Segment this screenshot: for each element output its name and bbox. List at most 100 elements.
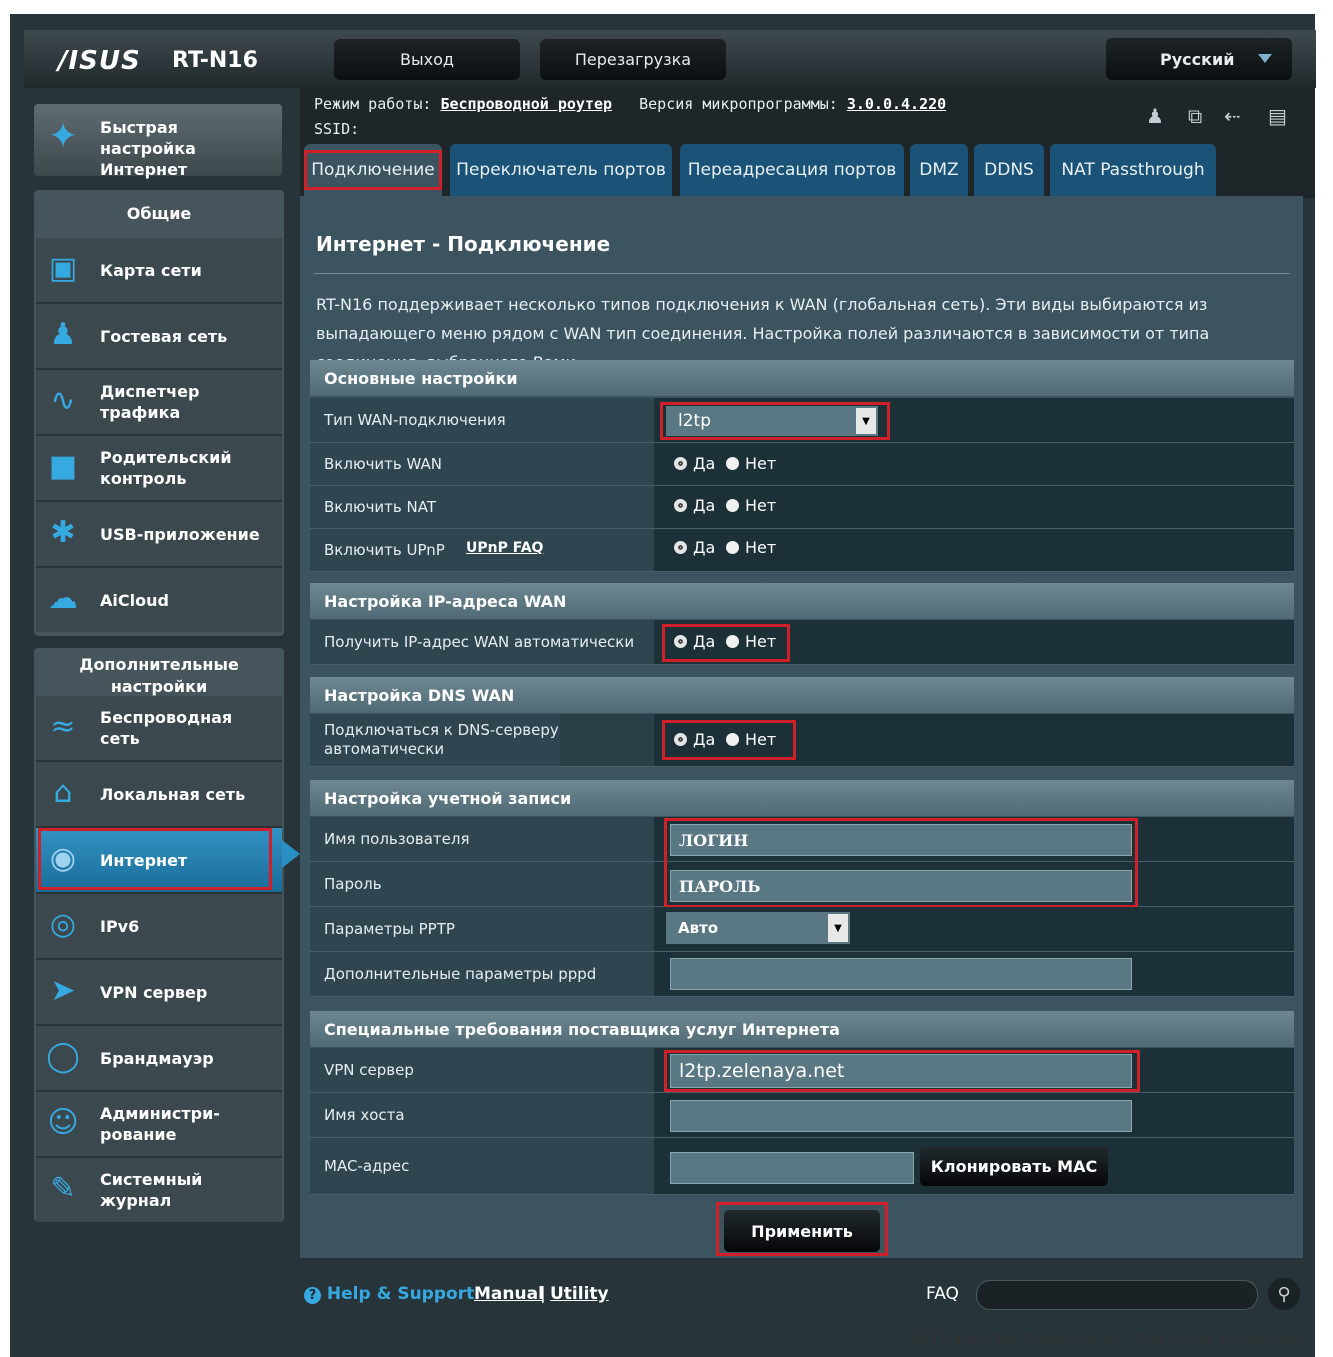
search-icon[interactable]: ⚲ [1268,1278,1300,1310]
help-support-link[interactable]: ? Help & Support [304,1284,474,1304]
password-label: Пароль [310,862,654,906]
radio-label: Да [693,730,716,749]
tab-connection[interactable]: Подключение [304,144,442,196]
firmware-link[interactable]: 3.0.0.4.220 [847,95,946,113]
quick-setup-button[interactable]: ✦ Быстрая настройка Интернет [34,104,282,179]
usb-icon[interactable]: ⇠ [1224,104,1241,128]
shield-icon: ◯ [46,1039,80,1074]
sidebar-item-vpn[interactable]: ➤ VPN сервер [36,960,282,1026]
sidebar-item-label: Гостевая сеть [100,326,228,346]
sidebar-item-traffic-manager[interactable]: ∿ Диспетчер трафика [36,370,282,436]
auto-dns-label: Подключаться к DNS-серверу автоматически [310,714,560,766]
cloud-icon: ☁ [48,581,78,616]
apply-button[interactable]: Применить [724,1210,880,1252]
mode-link[interactable]: Беспроводной роутер [440,95,612,113]
section-isp-header: Специальные требования поставщика услуг … [310,1011,1294,1047]
radio-label: Нет [745,454,777,473]
enable-wan-no[interactable]: Нет [726,454,776,473]
auto-dns-no[interactable]: Нет [726,730,776,749]
language-select[interactable]: Русский [1106,38,1292,80]
model-name: RT-N16 [172,48,258,73]
printer-icon[interactable]: ▤ [1268,104,1287,128]
sidebar-item-label: IPv6 [100,916,140,936]
enable-nat-no[interactable]: Нет [726,496,776,515]
sidebar-item-lan[interactable]: ⌂ Локальная сеть [36,762,282,828]
puzzle-icon: ✱ [50,515,76,550]
radio-off [726,457,739,470]
password-input[interactable]: ПАРОЛЬ [670,870,1132,902]
radio-off [726,635,739,648]
pptp-select[interactable]: Авто ▼ [666,912,850,944]
sidebar-item-ipv6[interactable]: ◎ IPv6 [36,894,282,960]
auto-ip-no[interactable]: Нет [726,632,776,651]
sidebar-item-guest-network[interactable]: ♟ Гостевая сеть [36,304,282,370]
sidebar-item-label: Системный журнал [100,1170,203,1210]
enable-nat-label: Включить NAT [310,486,654,528]
row-enable-upnp: Включить UPnP [310,529,1294,572]
help-label: Help & Support [326,1284,475,1304]
tab-port-forwarding[interactable]: Переадресация портов [680,144,904,196]
auto-dns-yes[interactable]: Да [674,730,715,749]
hostname-input[interactable] [670,1100,1132,1132]
ipv6-icon: ◎ [49,907,77,942]
radio-label: Да [693,632,716,651]
pppd-input[interactable] [670,958,1132,990]
sidebar-item-label: Диспетчер трафика [100,382,200,422]
tab-nat-passthrough[interactable]: NAT Passthrough [1050,144,1216,196]
globe-icon: ◉ [49,841,77,876]
radio-on [674,499,687,512]
clone-mac-button[interactable]: Клонировать MAC [920,1146,1108,1186]
vpn-server-input[interactable]: l2tp.zelenaya.net [670,1054,1132,1088]
section-account-header: Настройка учетной записи [310,780,1294,816]
enable-upnp-yes[interactable]: Да [674,538,715,557]
hostname-label: Имя хоста [310,1093,654,1137]
section-dns-header: Настройка DNS WAN [310,677,1294,713]
tab-port-switch[interactable]: Переключатель портов [450,144,672,196]
faq-search-input[interactable] [976,1280,1258,1310]
mode-label: Режим работы: [314,95,432,113]
sidebar-item-usb-app[interactable]: ✱ USB-приложение [36,502,282,568]
wan-type-select[interactable]: l2tp ▼ [666,406,878,436]
username-input[interactable]: ЛОГИН [670,824,1132,856]
sidebar-item-administration[interactable]: ☺ Администри-рование [36,1092,282,1158]
reboot-button[interactable]: Перезагрузка [540,38,726,80]
enable-nat-yes[interactable]: Да [674,496,715,515]
tab-ddns[interactable]: DDNS [974,144,1044,196]
sidebar-item-internet[interactable]: ◉ Интернет [36,828,282,894]
radio-on [674,457,687,470]
copy-icon[interactable]: ⧉ [1188,104,1202,128]
enable-upnp-no[interactable]: Нет [726,538,776,557]
manual-link[interactable]: Manual [474,1284,544,1304]
enable-wan-yes[interactable]: Да [674,454,715,473]
page-title: Интернет - Подключение [316,232,611,256]
radio-label: Нет [745,632,777,651]
upnp-faq-link[interactable]: UPnP FAQ [466,540,543,556]
auto-ip-yes[interactable]: Да [674,632,715,651]
home-icon: ⌂ [53,775,73,810]
radio-label: Да [693,496,716,515]
radio-on [674,635,687,648]
clients-icon[interactable]: ♟ [1146,104,1164,128]
radio-label: Нет [745,538,777,557]
sidebar-item-label: Родительский контроль [100,448,232,488]
radio-off [726,499,739,512]
language-value: Русский [1160,49,1235,69]
sidebar-item-firewall[interactable]: ◯ Брандмауэр [36,1026,282,1092]
divider [314,273,1290,274]
traffic-manager-icon: ∿ [50,383,76,418]
sidebar-item-wireless[interactable]: ≈ Беспроводная сеть [36,696,282,762]
utility-link[interactable]: Utility [550,1284,609,1304]
tab-dmz[interactable]: DMZ [910,144,968,196]
section-ip-header: Настройка IP-адреса WAN [310,583,1294,619]
chevron-down-icon [1258,54,1272,63]
sidebar-item-parental-control[interactable]: ■ Родительский контроль [36,436,282,502]
logout-button[interactable]: Выход [334,38,520,80]
mac-address-input[interactable] [670,1152,914,1184]
radio-label: Да [693,538,716,557]
sidebar-item-system-log[interactable]: ✎ Системный журнал [36,1158,282,1222]
radio-label: Нет [745,730,777,749]
pptp-value: Авто [678,919,719,937]
sidebar-item-aicloud[interactable]: ☁ AiCloud [36,568,282,632]
radio-off [726,733,739,746]
sidebar-item-network-map[interactable]: ▣ Карта сети [36,238,282,304]
